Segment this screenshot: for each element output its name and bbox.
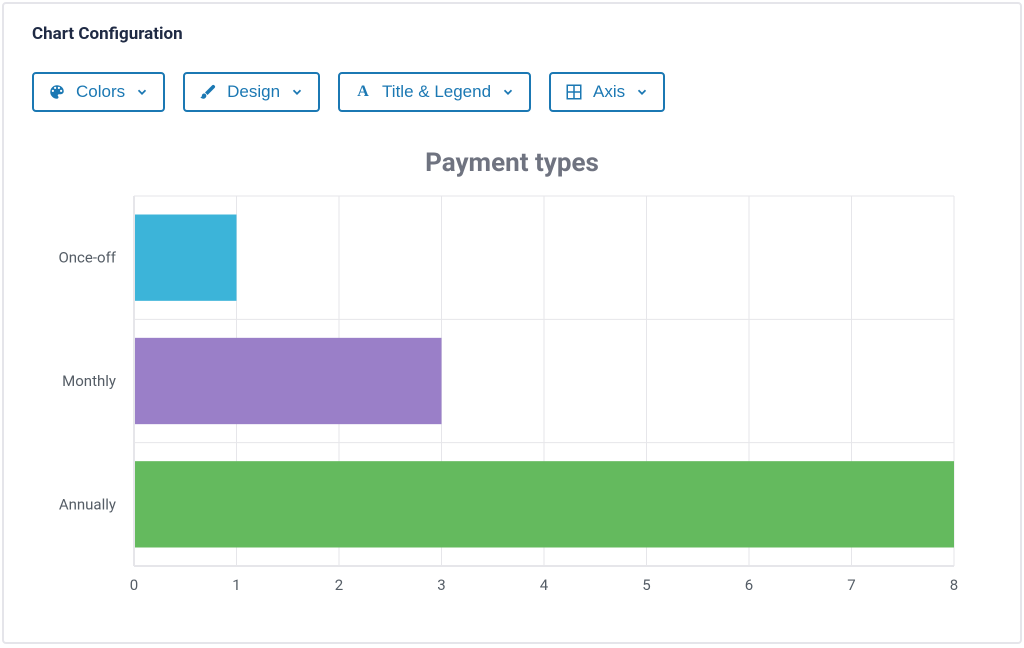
palette-icon: [48, 83, 66, 101]
colors-dropdown[interactable]: Colors: [32, 72, 165, 112]
axis-dropdown[interactable]: Axis: [549, 72, 665, 112]
grid-icon: [565, 83, 583, 101]
svg-text:0: 0: [130, 576, 138, 594]
bar: [134, 461, 954, 547]
chart-svg: 0 1 2 3 4 5 6 7 8 Once-off Monthly Annually: [44, 186, 964, 606]
config-toolbar: Colors Design A Title & Legend: [32, 72, 992, 112]
svg-text:8: 8: [950, 576, 958, 594]
category-label: Monthly: [62, 372, 116, 390]
chevron-down-icon: [501, 85, 515, 99]
title-icon: A: [354, 83, 372, 101]
chart: 0 1 2 3 4 5 6 7 8 Once-off Monthly Annually: [44, 186, 970, 606]
svg-text:1: 1: [232, 576, 240, 594]
chevron-down-icon: [290, 85, 304, 99]
svg-text:5: 5: [642, 576, 650, 594]
chart-title: Payment types: [32, 148, 992, 178]
svg-text:7: 7: [847, 576, 855, 594]
axis-label: Axis: [593, 82, 625, 102]
svg-text:3: 3: [437, 576, 445, 594]
category-label: Once-off: [58, 249, 116, 267]
chevron-down-icon: [135, 85, 149, 99]
title-legend-label: Title & Legend: [382, 82, 491, 102]
brush-icon: [199, 83, 217, 101]
chevron-down-icon: [635, 85, 649, 99]
title-legend-dropdown[interactable]: A Title & Legend: [338, 72, 531, 112]
category-label: Annually: [59, 495, 116, 513]
svg-text:2: 2: [335, 576, 343, 594]
design-dropdown[interactable]: Design: [183, 72, 320, 112]
design-label: Design: [227, 82, 280, 102]
panel-title: Chart Configuration: [32, 24, 992, 44]
svg-text:4: 4: [540, 576, 549, 594]
colors-label: Colors: [76, 82, 125, 102]
bar: [134, 338, 442, 424]
bar: [134, 215, 237, 301]
chart-configuration-panel: Chart Configuration Colors Design A Titl…: [2, 2, 1022, 644]
svg-text:6: 6: [745, 576, 753, 594]
